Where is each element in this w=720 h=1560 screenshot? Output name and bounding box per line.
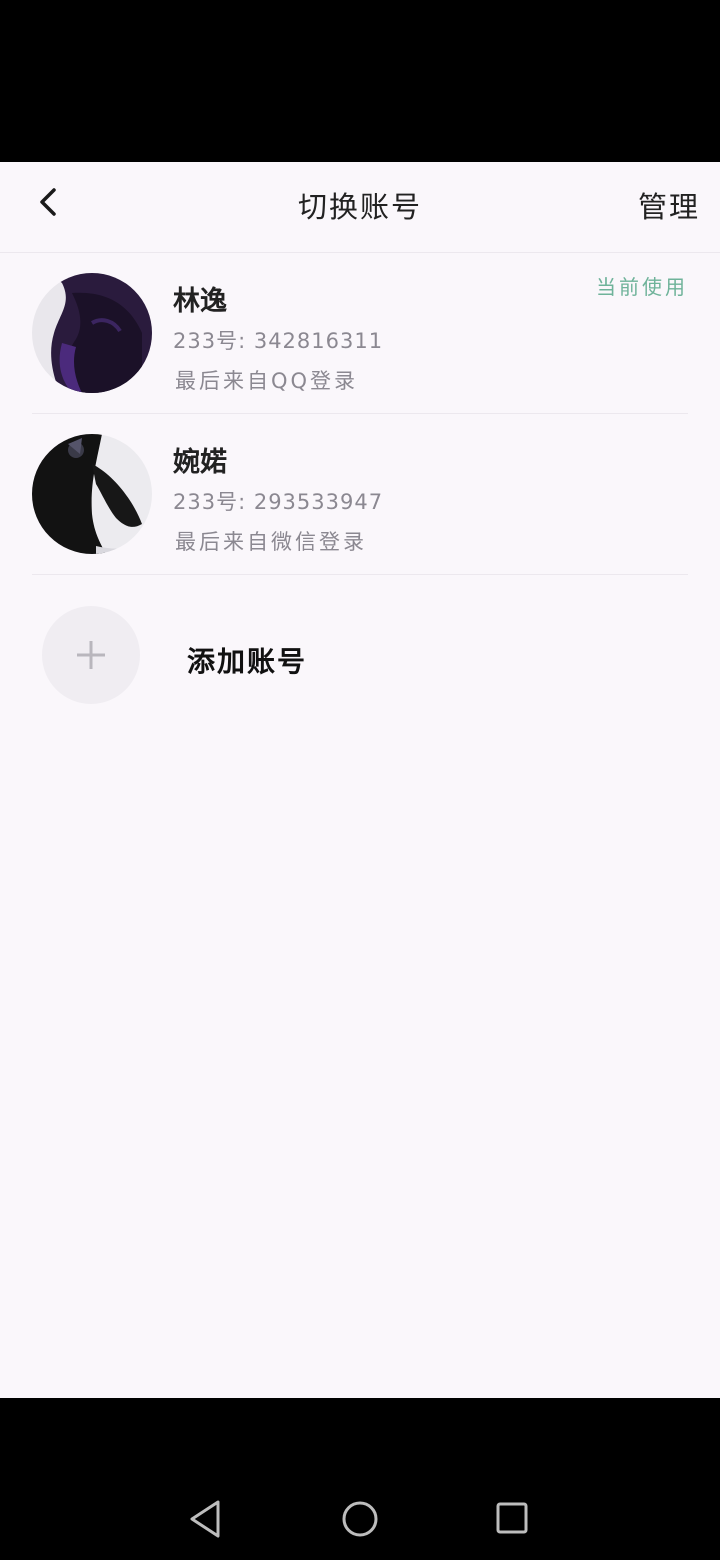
system-navigation-bar (0, 1398, 720, 1560)
current-account-badge: 当前使用 (596, 275, 688, 299)
account-item[interactable]: 婉婼 233号: 293533947 最后来自微信登录 (0, 414, 720, 575)
nav-back-button[interactable] (182, 1494, 232, 1544)
status-bar (0, 0, 720, 162)
divider (32, 574, 688, 575)
recents-square-icon (496, 1502, 528, 1534)
account-nickname: 林逸 (173, 286, 227, 317)
account-last-login: 最后来自QQ登录 (175, 369, 359, 393)
account-uid: 233号: 293533947 (173, 490, 384, 514)
nav-recents-button[interactable] (487, 1494, 537, 1544)
switch-account-screen: 切换账号 管理 林逸 233号: 342816311 最后来自QQ登录 当前使用 (0, 162, 720, 1398)
add-account-button[interactable]: 添加账号 (0, 602, 720, 712)
home-circle-icon (342, 1501, 378, 1537)
nav-home-button[interactable] (335, 1494, 385, 1544)
manage-button[interactable]: 管理 (638, 184, 700, 226)
add-icon-circle (42, 606, 140, 704)
avatar (32, 434, 152, 554)
header: 切换账号 管理 (0, 162, 720, 253)
back-triangle-icon (190, 1500, 220, 1538)
account-item[interactable]: 林逸 233号: 342816311 最后来自QQ登录 当前使用 (0, 253, 720, 414)
account-last-login: 最后来自微信登录 (175, 530, 367, 554)
avatar (32, 273, 152, 393)
account-nickname: 婉婼 (173, 447, 227, 478)
page-title: 切换账号 (297, 190, 422, 224)
add-account-label: 添加账号 (187, 645, 308, 678)
plus-icon (77, 641, 105, 669)
account-uid: 233号: 342816311 (173, 329, 384, 353)
